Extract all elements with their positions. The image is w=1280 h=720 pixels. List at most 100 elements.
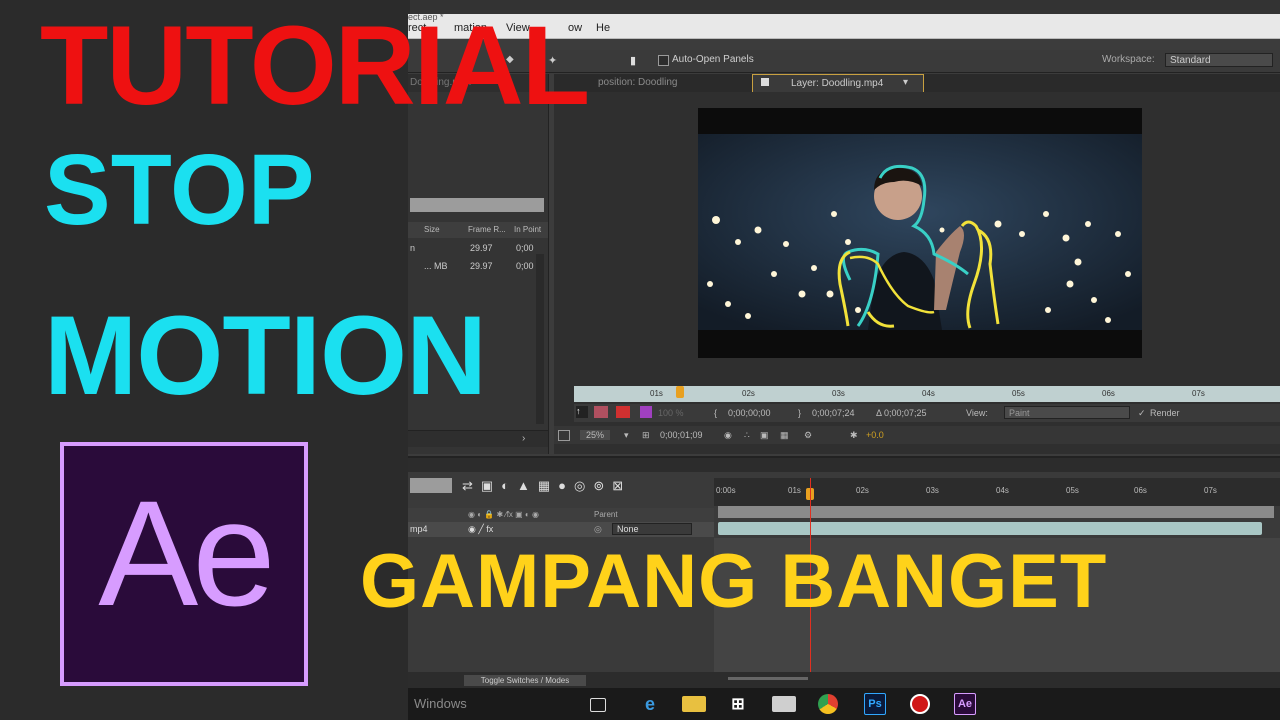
- set-in-icon[interactable]: {: [714, 408, 717, 418]
- auto-open-checkbox[interactable]: [658, 55, 669, 66]
- column-size[interactable]: Size: [424, 225, 440, 234]
- time-in[interactable]: 0;00;00;00: [728, 408, 771, 418]
- chrome-icon[interactable]: [818, 694, 838, 714]
- row-fps: 29.97: [470, 243, 493, 253]
- view-label: View:: [966, 408, 988, 418]
- windows-taskbar: Windows e ⊞ Ps Ae: [408, 688, 1280, 720]
- viewer-canvas[interactable]: [698, 108, 1142, 358]
- photoshop-icon[interactable]: Ps: [864, 693, 886, 715]
- ruler-label: 02s: [742, 389, 755, 398]
- channel-icon[interactable]: [594, 406, 608, 418]
- parent-select[interactable]: None: [612, 523, 692, 535]
- timeline-search-input[interactable]: [410, 478, 452, 493]
- duration: Δ 0;00;07;25: [876, 408, 927, 418]
- zoom-percent[interactable]: 100 %: [658, 408, 684, 418]
- store-icon[interactable]: ⊞: [726, 692, 750, 716]
- after-effects-icon[interactable]: Ae: [954, 693, 976, 715]
- ruler-label: 0:00s: [716, 486, 736, 495]
- view-select[interactable]: Paint: [1004, 406, 1130, 419]
- ruler-label: 05s: [1066, 486, 1079, 495]
- set-out-icon[interactable]: }: [798, 408, 801, 418]
- region-icon[interactable]: ▣: [760, 430, 769, 441]
- row-in-point: 0;00: [516, 243, 534, 253]
- tagline-gampang-banget: GAMPANG BANGET: [360, 539, 1108, 624]
- timeline-layer-row[interactable]: mp4 ◉ ╱ fx ◎ None: [408, 522, 714, 537]
- work-area-bar[interactable]: [718, 506, 1274, 518]
- layer-viewer-panel: position: Doodling Layer: Doodling.mp4 ▾: [554, 74, 1280, 454]
- layer-controls: ↑ 100 % { 0;00;00;00 } 0;00;07;24 Δ 0;00…: [574, 404, 1280, 422]
- after-effects-logo: Ae: [60, 442, 308, 686]
- star-icon[interactable]: [616, 406, 630, 418]
- ruler-label: 02s: [856, 486, 869, 495]
- project-search-input[interactable]: [410, 198, 544, 212]
- layer-switches[interactable]: ◉ ╱ fx: [468, 524, 493, 535]
- tab-layer[interactable]: Layer: Doodling.mp4 ▾: [752, 74, 924, 92]
- toggle-switches-modes-button[interactable]: Toggle Switches / Modes: [464, 675, 586, 686]
- project-footer: ›: [408, 430, 548, 447]
- ruler-label: 05s: [1012, 389, 1025, 398]
- settings-icon[interactable]: ⚙: [804, 430, 812, 441]
- magnification-arrow-icon[interactable]: ▾: [624, 430, 629, 441]
- ruler-label: 06s: [1102, 389, 1115, 398]
- time-indicator-icon[interactable]: [676, 386, 684, 398]
- panel-icon[interactable]: ▮: [630, 54, 642, 67]
- layer-duration-bar[interactable]: [718, 522, 1262, 535]
- exposure-icon[interactable]: ✱: [850, 430, 858, 441]
- layer-time-ruler[interactable]: 01s 02s 03s 04s 05s 06s 07s: [574, 386, 1280, 402]
- scroll-right-icon[interactable]: ›: [522, 433, 525, 444]
- exposure-value[interactable]: +0.0: [866, 430, 884, 440]
- magnification-select[interactable]: 25%: [580, 430, 611, 440]
- row-name: n: [410, 243, 416, 253]
- row-size: ... MB: [424, 261, 448, 271]
- tab-composition[interactable]: position: Doodling: [598, 77, 678, 88]
- frame-icon[interactable]: [558, 430, 570, 441]
- parent-pick-whip-icon[interactable]: ◎: [594, 524, 602, 535]
- transparency-grid-icon[interactable]: ▦: [780, 430, 789, 441]
- ruler-label: 07s: [1204, 486, 1217, 495]
- color-swatch[interactable]: [640, 406, 652, 418]
- grid-icon[interactable]: ⊞: [642, 430, 650, 441]
- render-checkbox[interactable]: ✓: [1138, 408, 1146, 419]
- project-row[interactable]: n 29.97 0;00: [408, 240, 548, 256]
- color-channels-icon[interactable]: ∴: [744, 430, 750, 441]
- edge-icon[interactable]: e: [638, 692, 662, 716]
- ruler-label: 04s: [922, 389, 935, 398]
- render-label: Render: [1150, 408, 1180, 418]
- project-row[interactable]: ... MB 29.97 0;00: [408, 258, 548, 274]
- recorder-icon[interactable]: [910, 694, 930, 714]
- current-time[interactable]: 0;00;01;09: [660, 430, 703, 440]
- task-view-icon[interactable]: [590, 698, 606, 712]
- camera-icon[interactable]: ◉: [724, 430, 732, 441]
- lock-icon[interactable]: [761, 78, 769, 86]
- viewer-tab-bar: position: Doodling Layer: Doodling.mp4 ▾: [554, 74, 1280, 92]
- project-column-header: Size Frame R... In Point: [408, 222, 548, 238]
- column-frame-rate[interactable]: Frame R...: [468, 225, 506, 234]
- title-stop: STOP: [44, 134, 315, 246]
- switch-column-icons: ◉ ◐ 🔒 ✱ ⁄fx ▣ ◐ ◉: [468, 510, 539, 519]
- photos-icon[interactable]: [772, 696, 796, 712]
- after-effects-logo-text: Ae: [98, 469, 275, 637]
- ruler-label: 01s: [650, 389, 663, 398]
- auto-open-label: Auto-Open Panels: [672, 54, 754, 65]
- row-fps: 29.97: [470, 261, 493, 271]
- title-tutorial: TUTORIAL: [40, 3, 590, 128]
- zoom-slider[interactable]: [728, 677, 808, 680]
- menu-item-help[interactable]: He: [596, 22, 610, 34]
- timeline-column-header: ◉ ◐ 🔒 ✱ ⁄fx ▣ ◐ ◉ Parent: [408, 508, 714, 522]
- timeline-tab-bar: [408, 458, 1280, 472]
- video-frame: [698, 134, 1142, 330]
- parent-header: Parent: [594, 510, 618, 519]
- timeline-ruler[interactable]: 0:00s 01s 02s 03s 04s 05s 06s 07s: [714, 478, 1280, 506]
- file-explorer-icon[interactable]: [682, 696, 706, 712]
- project-scrollbar[interactable]: [536, 254, 544, 424]
- workspace-select[interactable]: Standard: [1165, 53, 1273, 67]
- ruler-label: 03s: [832, 389, 845, 398]
- time-out[interactable]: 0;00;07;24: [812, 408, 855, 418]
- tab-layer-label: Layer: Doodling.mp4: [791, 78, 884, 89]
- layer-name: mp4: [410, 524, 428, 534]
- column-in-point[interactable]: In Point: [514, 225, 541, 234]
- pin-icon[interactable]: ↑: [576, 406, 588, 418]
- tab-dropdown-icon[interactable]: ▾: [903, 77, 908, 88]
- timeline-switch-icons[interactable]: ⇄▣◐▲▦●◎⊚⊠: [462, 478, 712, 496]
- concert-image: [698, 134, 1142, 330]
